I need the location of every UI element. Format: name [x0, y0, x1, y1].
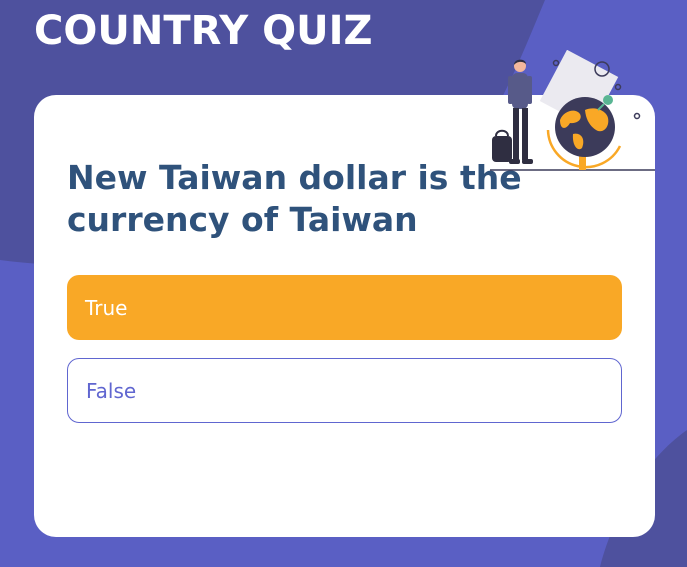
answer-option-label: False [86, 378, 137, 403]
app-title: COUNTRY QUIZ [34, 8, 373, 54]
answer-option-label: True [85, 295, 128, 320]
question-text: New Taiwan dollar is the currency of Tai… [67, 158, 522, 239]
answer-option-true[interactable]: True [67, 275, 622, 340]
traveler-globe-icon [490, 50, 655, 171]
answer-option-false[interactable]: False [67, 358, 622, 423]
